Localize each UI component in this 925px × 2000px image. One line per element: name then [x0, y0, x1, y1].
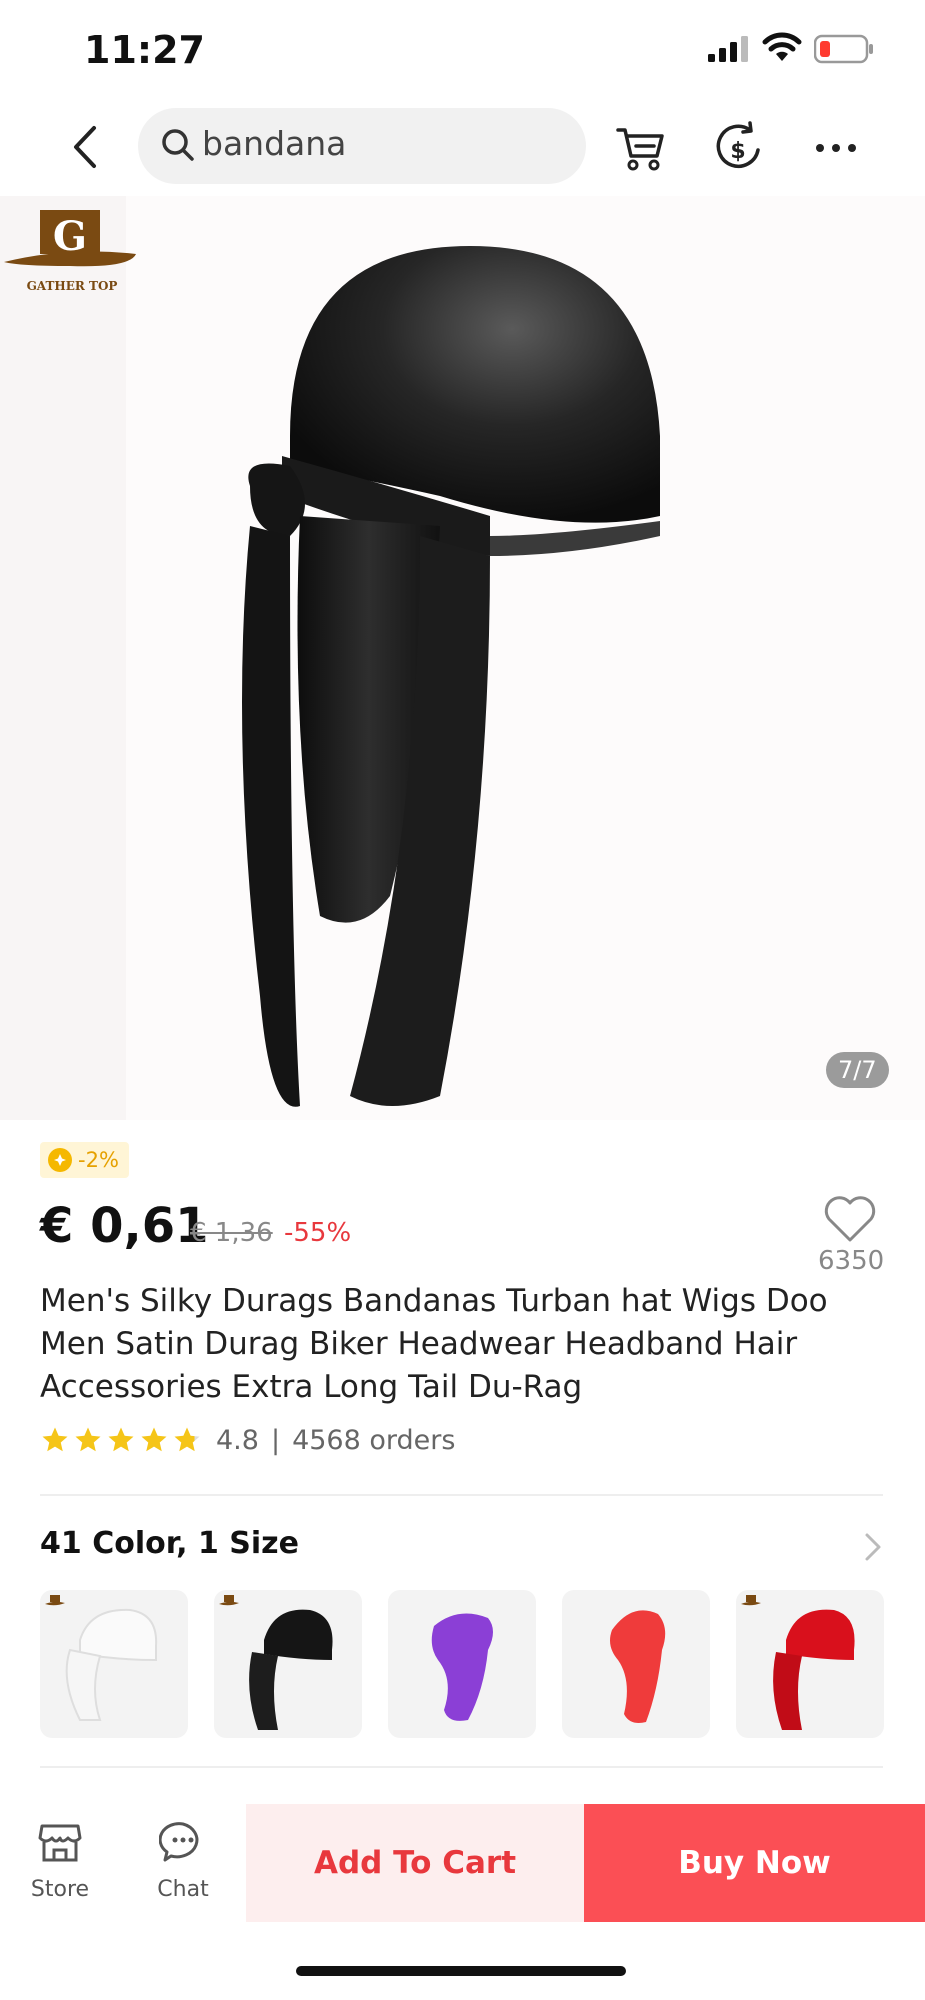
store-button[interactable]: Store: [10, 1818, 110, 1902]
search-icon: [162, 129, 194, 161]
original-price: € 1,36: [190, 1218, 273, 1248]
buy-now-button[interactable]: Buy Now: [584, 1804, 925, 1922]
coins-discount-text: -2%: [78, 1148, 119, 1172]
rating-value: 4.8: [216, 1424, 259, 1456]
chevron-right-icon[interactable]: [860, 1530, 886, 1564]
wishlist-heart-icon[interactable]: [822, 1194, 878, 1244]
color-swatch-dark-red[interactable]: [736, 1590, 884, 1738]
more-options-icon[interactable]: [808, 120, 864, 176]
durag-thumbnail: [65, 1608, 158, 1721]
wishlist-count: 6350: [818, 1246, 885, 1276]
current-price: € 0,61: [40, 1198, 209, 1254]
cellular-signal-icon: [708, 36, 748, 62]
star-icon: [108, 1427, 134, 1452]
durag-thumbnail: [773, 1609, 855, 1730]
product-image-gallery[interactable]: G GATHER TOP 7/7: [0, 196, 925, 1120]
orders-count: 4568 orders: [292, 1424, 456, 1456]
svg-text:$: $: [730, 139, 745, 164]
brand-mini-logo-icon: [741, 1595, 761, 1606]
cart-icon[interactable]: [612, 120, 668, 176]
status-bar: 11:27: [0, 0, 925, 100]
product-photo-durag: [242, 246, 660, 1107]
chat-button[interactable]: Chat: [133, 1818, 233, 1902]
color-swatch-white[interactable]: [40, 1590, 188, 1738]
brand-logo: G GATHER TOP: [4, 210, 136, 293]
battery-icon: [814, 34, 873, 64]
color-swatch-red[interactable]: [562, 1590, 710, 1738]
durag-thumbnail: [249, 1609, 333, 1730]
durag-thumbnail: [610, 1610, 666, 1723]
chat-icon: [158, 1822, 199, 1862]
home-indicator[interactable]: [296, 1966, 626, 1976]
wifi-icon: [762, 32, 802, 61]
status-time: 11:27: [84, 28, 205, 72]
brand-logo-text: GATHER TOP: [27, 279, 118, 293]
rating-row[interactable]: 4.8 | 4568 orders: [40, 1420, 455, 1460]
variants-title[interactable]: 41 Color, 1 Size: [40, 1526, 299, 1561]
svg-text:G: G: [53, 213, 87, 260]
add-to-cart-button[interactable]: Add To Cart: [246, 1804, 584, 1922]
back-arrow-icon[interactable]: [62, 122, 112, 172]
discount-percent: -55%: [284, 1218, 352, 1248]
search-bar[interactable]: bandana: [138, 108, 586, 184]
coin-icon: [48, 1148, 72, 1172]
image-counter: 7/7: [826, 1052, 889, 1088]
top-nav-bar: bandana $: [0, 100, 925, 196]
color-swatch-black[interactable]: [214, 1590, 362, 1738]
coin-exchange-icon[interactable]: $: [710, 120, 766, 176]
product-title: Men's Silky Durags Bandanas Turban hat W…: [40, 1283, 828, 1405]
bottom-action-bar: Store Chat Add To Cart Buy Now: [0, 1804, 925, 1922]
search-query-text: bandana: [202, 124, 347, 163]
coins-discount-badge: -2%: [40, 1142, 129, 1178]
gallery-side-strip: [0, 196, 126, 1120]
store-icon: [38, 1824, 82, 1862]
durag-thumbnail: [431, 1613, 493, 1721]
color-swatch-purple[interactable]: [388, 1590, 536, 1738]
star-partial-icon: [174, 1427, 200, 1452]
divider: [40, 1494, 883, 1496]
color-swatch-list: [40, 1590, 885, 1738]
rating-separator: |: [270, 1424, 281, 1456]
brand-mini-logo-icon: [219, 1595, 239, 1606]
store-label: Store: [30, 1877, 90, 1902]
rating-stars: [40, 1425, 202, 1455]
star-icon: [42, 1427, 68, 1452]
divider: [40, 1766, 883, 1768]
chat-label: Chat: [157, 1877, 209, 1902]
star-icon: [141, 1427, 167, 1452]
brand-mini-logo-icon: [45, 1595, 65, 1606]
star-icon: [75, 1427, 101, 1452]
